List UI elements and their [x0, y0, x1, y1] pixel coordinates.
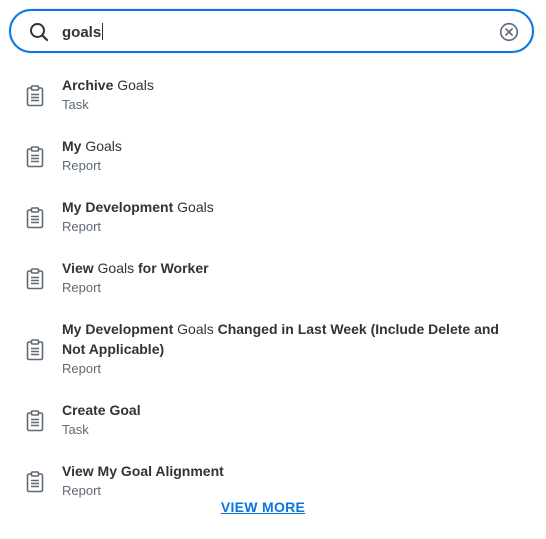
result-title-text: View My Goal Alignment — [62, 463, 224, 479]
clear-search-icon[interactable] — [499, 22, 519, 42]
search-result-item[interactable]: Create Goal Task — [0, 389, 546, 450]
search-result-item[interactable]: View Goals for Worker Report — [0, 247, 546, 308]
result-type: Report — [62, 483, 102, 498]
search-query: goals — [62, 24, 102, 41]
result-type: Report — [62, 361, 102, 376]
result-title-match: Goals — [117, 77, 154, 93]
clipboard-icon — [26, 146, 44, 168]
view-more-link[interactable]: VIEW MORE — [0, 499, 526, 515]
search-results-list: Archive Goals Task My Goals Report My Develo… — [0, 64, 546, 511]
result-title-match: Goals — [177, 199, 214, 215]
clipboard-icon — [26, 339, 44, 361]
result-title-text: My — [62, 138, 86, 154]
result-title-text: My Development — [62, 321, 178, 337]
result-title: View My Goal Alignment — [62, 461, 502, 481]
clipboard-icon — [26, 85, 44, 107]
search-result-item[interactable]: Archive Goals Task — [0, 64, 546, 125]
result-type: Report — [62, 219, 102, 234]
search-result-item[interactable]: My Development Goals Changed in Last Wee… — [0, 308, 546, 389]
result-title-text: for Worker — [134, 260, 209, 276]
result-title: My Development Goals — [62, 197, 502, 217]
clipboard-icon — [26, 410, 44, 432]
result-title-text: My Development — [62, 199, 178, 215]
result-title: Create Goal — [62, 400, 502, 420]
result-title: My Development Goals Changed in Last Wee… — [62, 319, 502, 359]
search-box[interactable]: goals — [9, 9, 534, 53]
clipboard-icon — [26, 268, 44, 290]
result-type: Report — [62, 158, 102, 173]
clipboard-icon — [26, 207, 44, 229]
search-input[interactable]: goals — [62, 23, 104, 42]
result-title-text: View — [62, 260, 98, 276]
clipboard-icon — [26, 471, 44, 493]
result-title-match: Goals — [97, 260, 135, 276]
result-type: Report — [62, 280, 102, 295]
search-icon — [28, 21, 50, 43]
text-caret — [102, 23, 104, 40]
result-title-text: Archive — [62, 77, 118, 93]
search-result-item[interactable]: My Development Goals Report — [0, 186, 546, 247]
result-title: My Goals — [62, 136, 502, 156]
search-result-item[interactable]: My Goals Report — [0, 125, 546, 186]
result-type: Task — [62, 422, 89, 437]
result-title-text: Create Goal — [62, 402, 141, 418]
result-title-match: Goals — [85, 138, 122, 154]
result-title: Archive Goals — [62, 75, 502, 95]
result-title: View Goals for Worker — [62, 258, 502, 278]
result-type: Task — [62, 97, 89, 112]
result-title-match: Goals — [177, 321, 214, 337]
